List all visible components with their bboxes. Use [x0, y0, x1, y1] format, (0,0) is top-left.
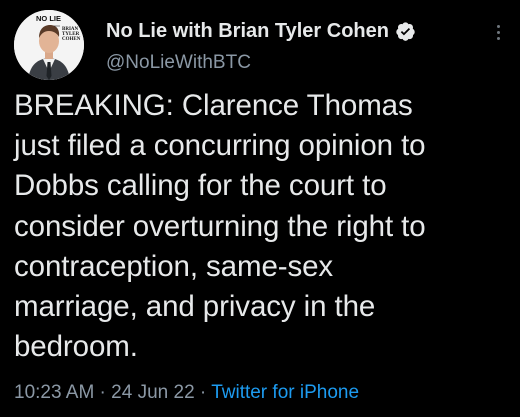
- more-options-icon[interactable]: [494, 22, 502, 48]
- author-identity: No Lie with Brian Tyler Cohen @NoLieWith…: [106, 18, 416, 74]
- avatar-image: NO LIE BRIAN TYLER COHEN: [14, 10, 84, 80]
- tweet-header: NO LIE BRIAN TYLER COHEN No Lie with Bri…: [14, 8, 506, 84]
- tweet-time[interactable]: 10:23 AM: [14, 382, 94, 403]
- tweet-date[interactable]: 24 Jun 22: [111, 382, 194, 403]
- tweet-line: marriage, and privacy in the: [14, 290, 376, 324]
- tweet-line: bedroom.: [14, 330, 138, 364]
- avatar-text-cohen: COHEN: [62, 37, 81, 42]
- display-name-row: No Lie with Brian Tyler Cohen: [106, 18, 416, 44]
- author-handle[interactable]: @NoLieWithBTC: [106, 52, 416, 74]
- avatar[interactable]: NO LIE BRIAN TYLER COHEN: [14, 10, 84, 80]
- display-name[interactable]: No Lie with Brian Tyler Cohen: [106, 20, 389, 43]
- tweet-line: BREAKING: Clarence Thomas: [14, 89, 413, 122]
- verified-badge-icon: [395, 21, 416, 42]
- tweet-line: Dobbs calling for the court to: [14, 169, 387, 203]
- tweet-line: contraception, same-sex: [14, 249, 334, 283]
- meta-separator: ·: [94, 382, 112, 403]
- tweet-source-link[interactable]: Twitter for iPhone: [211, 382, 359, 403]
- avatar-text-nolie: NO LIE: [36, 14, 61, 23]
- tweet-meta: 10:23 AM · 24 Jun 22 · Twitter for iPhon…: [14, 382, 359, 404]
- tweet-card: NO LIE BRIAN TYLER COHEN No Lie with Bri…: [0, 0, 520, 417]
- meta-separator: ·: [194, 382, 212, 403]
- tweet-line: consider overturning the right to: [14, 209, 426, 243]
- tweet-text: BREAKING: Clarence Thomas just filed a c…: [14, 86, 514, 367]
- tweet-line: just filed a concurring opinion to: [14, 129, 426, 163]
